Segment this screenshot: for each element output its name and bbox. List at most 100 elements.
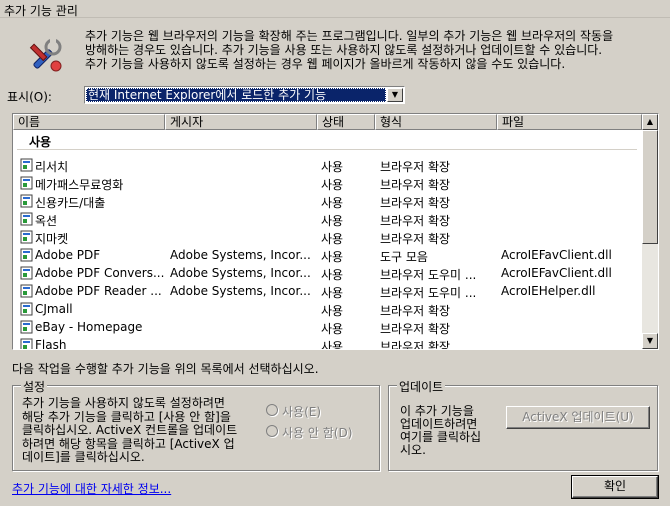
cell-type: 브라우저 확장 bbox=[380, 214, 451, 228]
cell-status: 사용 bbox=[321, 196, 344, 210]
list-item[interactable]: Adobe PDF Adobe Systems, Incor... 사용 도구 모음 A… bbox=[13, 246, 642, 264]
cell-status: 사용 bbox=[321, 268, 344, 282]
cell-name: Adobe PDF Reader ... bbox=[35, 284, 162, 298]
cell-type: 브라우저 확장 bbox=[380, 232, 451, 246]
cell-status: 사용 bbox=[321, 250, 344, 264]
addon-icon bbox=[20, 230, 33, 244]
settings-line: 추가 기능을 사용하지 않도록 설정하려면 bbox=[22, 396, 225, 410]
title-bar: 추가 기능 관리 bbox=[0, 0, 670, 18]
cell-type: 브라우저 확장 bbox=[380, 160, 451, 174]
list-item[interactable]: CJmall 사용 브라우저 확장 bbox=[13, 300, 642, 318]
cell-file: AcroIEFavClient.dll bbox=[501, 248, 612, 262]
cell-type: 브라우저 확장 bbox=[380, 340, 451, 349]
settings-line: 해당 추가 기능을 클릭하고 [사용 안 함]을 bbox=[22, 409, 231, 424]
scroll-thumb[interactable] bbox=[642, 130, 658, 244]
selection-hint: 다음 작업을 수행할 추가 기능을 위의 목록에서 선택하십시오. bbox=[12, 362, 319, 376]
list-item[interactable]: 신용카드/대출 사용 브라우저 확장 bbox=[13, 192, 642, 210]
scroll-down-icon[interactable]: ▼ bbox=[642, 333, 658, 349]
addon-icon bbox=[20, 194, 33, 208]
column-header-publisher[interactable]: 게시자 bbox=[165, 114, 317, 130]
settings-line: 클릭하십시오. ActiveX 컨트롤을 업데이트 bbox=[22, 423, 238, 437]
cell-name: Adobe PDF bbox=[35, 248, 101, 262]
radio-disable-label: 사용 안 함(D) bbox=[282, 426, 353, 440]
list-item[interactable]: 지마켓 사용 브라우저 확장 bbox=[13, 228, 642, 246]
cell-name: 리서치 bbox=[35, 160, 69, 174]
scroll-up-icon[interactable]: ▲ bbox=[642, 114, 658, 130]
list-item[interactable]: 옥션 사용 브라우저 확장 bbox=[13, 210, 642, 228]
show-label: 표시(O): bbox=[7, 90, 52, 104]
vertical-scrollbar[interactable]: ▲ ▼ bbox=[642, 114, 658, 349]
cell-name: eBay - Homepage bbox=[35, 320, 143, 334]
intro-line: 추가 기능은 웹 브라우저의 기능을 확장해 주는 프로그램입니다. 일부의 추… bbox=[85, 29, 614, 43]
cell-status: 사용 bbox=[321, 214, 344, 228]
cell-name: Flash bbox=[35, 338, 67, 349]
cell-type: 브라우저 확장 bbox=[380, 196, 451, 210]
update-line: 시오. bbox=[400, 443, 426, 457]
intro-line: 추가 기능을 사용하지 않도록 설정하는 경우 웹 페이지가 올바르게 작동하지… bbox=[85, 57, 566, 71]
list-item[interactable]: Flash 사용 브라우저 확장 bbox=[13, 336, 642, 349]
list-header: 이름 게시자 상태 형식 파일 bbox=[13, 114, 642, 130]
cell-type: 브라우저 확장 bbox=[380, 178, 451, 192]
cell-status: 사용 bbox=[321, 340, 344, 349]
addon-icon bbox=[20, 284, 33, 298]
group-divider bbox=[17, 149, 637, 150]
column-header-status[interactable]: 상태 bbox=[317, 114, 375, 130]
addon-icon bbox=[20, 212, 33, 226]
update-legend: 업데이트 bbox=[397, 378, 446, 395]
addon-icon bbox=[20, 248, 33, 262]
cell-status: 사용 bbox=[321, 304, 344, 318]
cell-type: 브라우저 도우미 ... bbox=[380, 268, 477, 282]
list-item[interactable]: Adobe PDF Convers... Adobe Systems, Incor… bbox=[13, 264, 642, 282]
settings-description: 추가 기능을 사용하지 않도록 설정하려면 해당 추가 기능을 클릭하고 [사용… bbox=[22, 396, 262, 465]
more-info-link[interactable]: 추가 기능에 대한 자세한 정보... bbox=[12, 480, 171, 497]
cell-file: AcroIEFavClient.dll bbox=[501, 266, 612, 280]
cell-name: CJmall bbox=[35, 302, 73, 316]
addon-icon bbox=[20, 266, 33, 280]
intro-line: 방해하는 경우도 있습니다. 추가 기능을 사용 또는 사용하지 않도록 설정하… bbox=[85, 43, 603, 57]
cell-status: 사용 bbox=[321, 232, 344, 246]
settings-line: 데이트]를 클릭하십시오. bbox=[22, 450, 145, 464]
cell-publisher: Adobe Systems, Incor... bbox=[170, 248, 310, 262]
group-header-enabled: 사용 bbox=[29, 135, 52, 149]
addon-icon bbox=[20, 320, 33, 334]
chevron-down-icon[interactable]: ▼ bbox=[387, 88, 403, 102]
plugin-tools-icon bbox=[29, 38, 62, 72]
radio-circle bbox=[266, 425, 278, 437]
list-item[interactable]: Adobe PDF Reader ... Adobe Systems, Incor… bbox=[13, 282, 642, 300]
cell-name: 옥션 bbox=[35, 214, 58, 228]
addon-icon bbox=[20, 302, 33, 316]
addon-icon bbox=[20, 158, 33, 172]
cell-type: 브라우저 확장 bbox=[380, 304, 451, 318]
window-title: 추가 기능 관리 bbox=[4, 4, 78, 18]
cell-publisher: Adobe Systems, Incor... bbox=[170, 284, 310, 298]
cell-name: Adobe PDF Convers... bbox=[35, 266, 165, 280]
settings-legend: 설정 bbox=[21, 378, 48, 395]
intro-description: 추가 기능은 웹 브라우저의 기능을 확장해 주는 프로그램입니다. 일부의 추… bbox=[85, 29, 667, 71]
column-header-file[interactable]: 파일 bbox=[497, 114, 642, 130]
cell-status: 사용 bbox=[321, 160, 344, 174]
cell-name: 지마켓 bbox=[35, 232, 69, 246]
column-header-type[interactable]: 형식 bbox=[375, 114, 497, 130]
cell-status: 사용 bbox=[321, 178, 344, 192]
list-item[interactable]: 메가패스무료영화 사용 브라우저 확장 bbox=[13, 174, 642, 192]
activex-update-button[interactable]: ActiveX 업데이트(U) bbox=[506, 406, 650, 429]
column-header-name[interactable]: 이름 bbox=[13, 114, 165, 130]
addon-list[interactable]: 이름 게시자 상태 형식 파일 사용 리서치 사용 브라우저 확장 메가패스무료영화 사… bbox=[12, 113, 659, 350]
radio-enable-label: 사용(E) bbox=[282, 405, 322, 419]
cell-name: 신용카드/대출 bbox=[35, 196, 106, 210]
cell-type: 브라우저 확장 bbox=[380, 322, 451, 336]
list-item[interactable]: 리서치 사용 브라우저 확장 bbox=[13, 156, 642, 174]
update-description: 이 추가 기능을 업데이트하려면 여기를 클릭하십 시오. bbox=[400, 405, 500, 457]
cell-file: AcroIEHelper.dll bbox=[501, 284, 596, 298]
show-dropdown-value: 현재 Internet Explorer에서 로드한 추가 기능 bbox=[86, 88, 386, 102]
ok-button[interactable]: 확인 bbox=[571, 475, 659, 499]
cell-type: 브라우저 도우미 ... bbox=[380, 286, 477, 300]
addon-icon bbox=[20, 338, 33, 349]
radio-circle bbox=[266, 404, 278, 416]
show-dropdown[interactable]: 현재 Internet Explorer에서 로드한 추가 기능 ▼ bbox=[84, 86, 405, 104]
cell-status: 사용 bbox=[321, 322, 344, 336]
cell-status: 사용 bbox=[321, 286, 344, 300]
cell-type: 도구 모음 bbox=[380, 250, 428, 264]
cell-name: 메가패스무료영화 bbox=[35, 178, 124, 192]
list-item[interactable]: eBay - Homepage 사용 브라우저 확장 bbox=[13, 318, 642, 336]
